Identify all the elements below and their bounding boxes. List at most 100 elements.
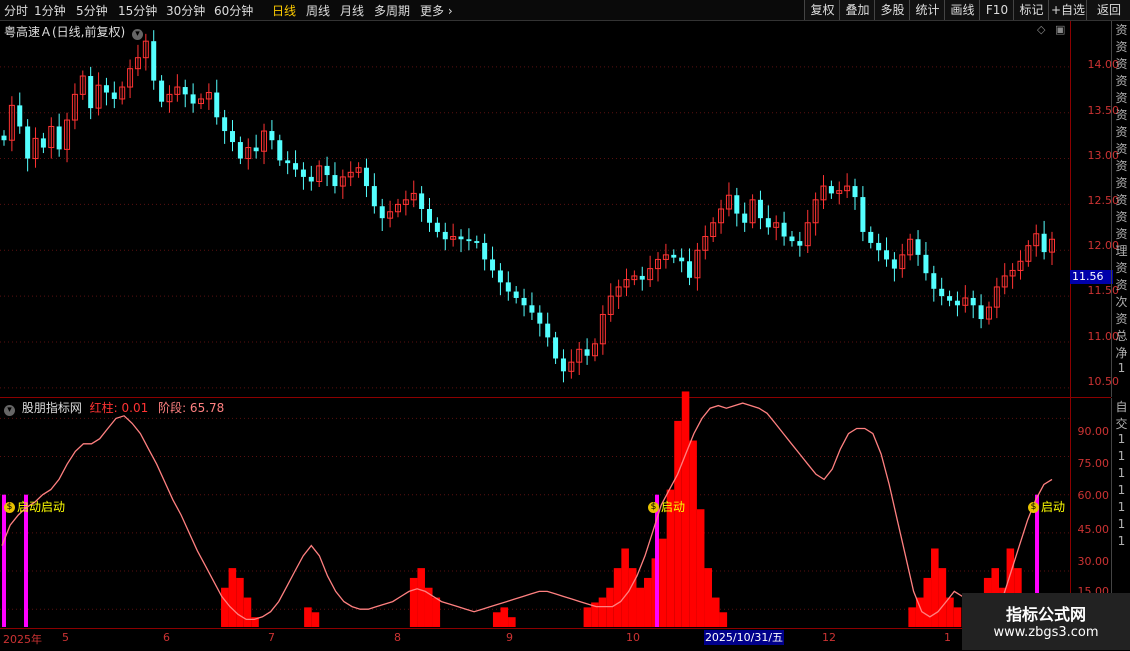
candle-body-down (159, 80, 165, 102)
watermark-url: www.zbgs3.com (993, 625, 1099, 640)
candle-body-down (584, 349, 590, 356)
side-item[interactable]: 次 (1112, 293, 1130, 310)
red-bar (704, 568, 712, 627)
date-tick: 8 (394, 631, 401, 644)
side-item[interactable]: 资 (1112, 276, 1130, 293)
side-item[interactable]: 资 (1112, 157, 1130, 174)
candle-body-down (285, 160, 291, 164)
red-bar (243, 597, 252, 627)
candle-body-down (970, 297, 976, 306)
red-bar (221, 587, 229, 627)
candle-body-down (537, 312, 543, 324)
candle-body-down (852, 186, 858, 198)
current-price-tag: 11.56 (1070, 270, 1113, 284)
candle-body-down (442, 231, 448, 240)
side-item[interactable]: 资 (1112, 21, 1130, 38)
start-signal-label: $ 启动 (1028, 498, 1065, 515)
side-item[interactable]: 资 (1112, 191, 1130, 208)
side-item[interactable]: 1 (1112, 432, 1130, 449)
side-item[interactable]: 资 (1112, 123, 1130, 140)
selected-date: 2025/10/31/五 (704, 630, 784, 645)
side-item[interactable]: 1 (1112, 466, 1130, 483)
candle-body-down (671, 254, 677, 258)
candle-body-down (490, 259, 496, 271)
side-item[interactable]: 资 (1112, 106, 1130, 123)
candle-body-down (1041, 233, 1047, 253)
side-item[interactable]: 资 (1112, 310, 1130, 327)
side-item[interactable]: 1 (1112, 361, 1130, 378)
side-item[interactable]: 1 (1112, 500, 1130, 517)
candle-body-down (497, 270, 503, 283)
watermark: 指标公式网 www.zbgs3.com (962, 593, 1130, 650)
red-bar (923, 577, 932, 627)
side-item[interactable]: 理 (1112, 242, 1130, 259)
candle-body-down (947, 296, 953, 301)
red-bar (621, 548, 629, 627)
candle-body-down (553, 337, 559, 359)
red-bar (492, 612, 501, 627)
red-bar (583, 607, 592, 627)
red-bar (689, 440, 697, 627)
side-item[interactable]: 1 (1112, 517, 1130, 534)
red-bar (908, 607, 916, 627)
side-item[interactable]: 交 (1112, 415, 1130, 432)
red-bar (628, 568, 637, 627)
side-item[interactable]: 资 (1112, 38, 1130, 55)
red-bar (712, 597, 720, 627)
red-bar (613, 568, 622, 627)
side-item[interactable]: 总 (1112, 327, 1130, 344)
candle-body-down (419, 193, 425, 209)
candle-body-down (103, 85, 109, 93)
watermark-title: 指标公式网 (1005, 605, 1086, 624)
side-item[interactable]: 资 (1112, 225, 1130, 242)
side-item[interactable]: 1 (1112, 534, 1130, 551)
candle-body-down (742, 213, 748, 223)
candle-body-down (482, 242, 488, 260)
candle-body-down (915, 239, 921, 255)
candle-body-down (190, 94, 196, 104)
side-item[interactable]: 资 (1112, 208, 1130, 225)
candle-body-down (978, 305, 984, 320)
candle-body-down (17, 105, 23, 127)
money-bag-icon: $ (1028, 502, 1039, 513)
candle-body-down (757, 199, 763, 219)
candle-body-down (371, 186, 377, 207)
red-bar (946, 597, 954, 627)
candle-body-down (458, 236, 464, 240)
candle-body-down (324, 165, 330, 176)
side-item[interactable]: 自 (1112, 398, 1130, 415)
date-tick: 9 (506, 631, 513, 644)
red-bar (598, 597, 607, 627)
side-item[interactable]: 资 (1112, 89, 1130, 106)
candle-body-down (781, 222, 787, 237)
candle-body-down (466, 239, 472, 242)
candle-body-down (521, 297, 527, 306)
side-item[interactable]: 资 (1112, 259, 1130, 276)
red-bar (432, 597, 441, 627)
side-item[interactable]: 1 (1112, 449, 1130, 466)
start-signal-label: $ 启动 (648, 498, 685, 515)
candle-body-down (679, 257, 685, 262)
candle-body-down (513, 291, 519, 298)
side-info-strip: 资 资 资 资 资 资 资 资 资 资 资 资 资 理 资 资 次 资 总 净 … (1111, 21, 1130, 397)
date-axis: 2025年 5 6 7 8 9 10 12 1 (0, 628, 1070, 651)
chart-canvas[interactable] (0, 0, 1070, 628)
red-bar (500, 607, 509, 627)
side-item[interactable]: 资 (1112, 140, 1130, 157)
candle-body-down (545, 323, 551, 338)
side-item[interactable]: 净 (1112, 344, 1130, 361)
side-item[interactable]: 资 (1112, 55, 1130, 72)
candle-body-down (88, 76, 94, 109)
red-bar (311, 612, 320, 627)
side-item[interactable]: 1 (1112, 483, 1130, 500)
side-item[interactable]: 资 (1112, 72, 1130, 89)
side-item[interactable]: 资 (1112, 174, 1130, 191)
candle-body-down (332, 175, 338, 187)
candle-body-down (253, 147, 259, 152)
candle-body-down (237, 142, 243, 159)
candle-body-down (931, 273, 937, 289)
stage-line (1, 402, 1053, 621)
back-button[interactable]: 返回 (1086, 0, 1130, 20)
candle-body-down (923, 254, 929, 274)
candle-body-down (789, 236, 795, 242)
